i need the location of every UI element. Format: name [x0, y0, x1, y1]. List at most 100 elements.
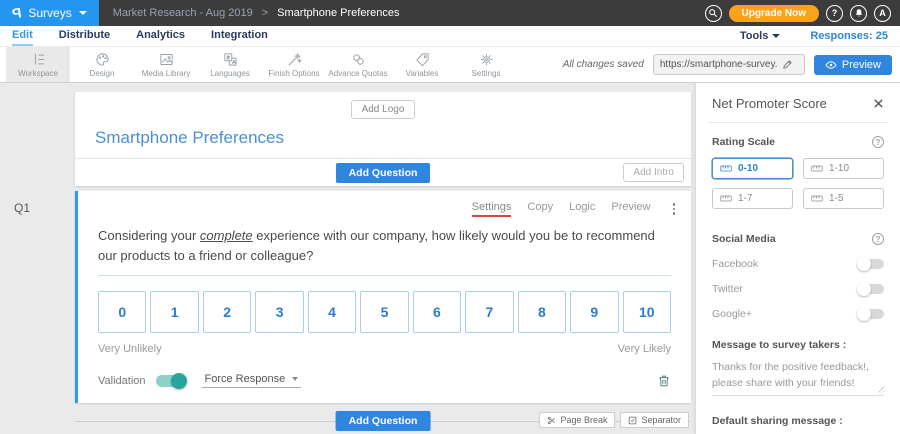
validation-label: Validation — [98, 375, 146, 387]
toolbar-item-advance-quotas[interactable]: Advance Quotas — [326, 47, 390, 82]
resize-handle[interactable] — [876, 385, 884, 393]
rating-option-1-7[interactable]: 1-7 — [712, 188, 793, 209]
force-response-dropdown[interactable]: Force Response — [202, 373, 302, 388]
nps-option-8[interactable]: 8 — [518, 291, 566, 333]
help-button[interactable]: ? — [826, 5, 843, 22]
question-tab-settings[interactable]: Settings — [472, 201, 512, 217]
upgrade-now-button[interactable]: Upgrade Now — [729, 5, 819, 22]
facebook-toggle[interactable] — [858, 259, 884, 269]
close-icon — [873, 98, 884, 109]
scale-icon — [811, 194, 823, 203]
nps-option-1[interactable]: 1 — [150, 291, 198, 333]
add-question-button-top[interactable]: Add Question — [336, 163, 431, 183]
chevron-down-icon — [79, 11, 87, 15]
preview-button[interactable]: Preview — [814, 55, 892, 75]
search-button[interactable] — [705, 5, 722, 22]
rating-option-0-10[interactable]: 0-10 — [712, 158, 793, 179]
survey-url-input[interactable] — [660, 59, 778, 70]
anchor-label-right: Very Likely — [618, 343, 671, 355]
responses-link[interactable]: Responses: 25 — [810, 30, 888, 42]
question-card: Settings Copy Logic Preview Considering … — [75, 191, 691, 403]
nps-option-6[interactable]: 6 — [413, 291, 461, 333]
rating-option-1-10[interactable]: 1-10 — [803, 158, 884, 179]
toolbar-item-design[interactable]: Design — [70, 47, 134, 82]
survey-url-box — [653, 54, 805, 75]
nps-option-9[interactable]: 9 — [570, 291, 618, 333]
question-tab-logic[interactable]: Logic — [569, 201, 595, 217]
twitter-toggle[interactable] — [858, 284, 884, 294]
toolbar-item-workspace[interactable]: Workspace — [6, 47, 70, 82]
nps-option-10[interactable]: 10 — [623, 291, 671, 333]
tab-analytics[interactable]: Analytics — [136, 26, 185, 46]
insert-row: Add Question Page Break Separator — [75, 411, 691, 431]
editor-main: Q1 Add Logo Smartphone Preferences Add Q… — [0, 83, 900, 434]
nps-option-5[interactable]: 5 — [360, 291, 408, 333]
tab-distribute[interactable]: Distribute — [59, 26, 110, 46]
nps-option-2[interactable]: 2 — [203, 291, 251, 333]
toolbar-item-media-library[interactable]: Media Library — [134, 47, 198, 82]
facebook-label: Facebook — [712, 258, 758, 270]
scissors-icon — [547, 416, 556, 425]
question-settings-panel: Net Promoter Score Rating Scale ? 0-10 1… — [695, 83, 900, 434]
validation-toggle[interactable] — [156, 375, 186, 387]
toolbar-item-settings[interactable]: Settings — [454, 47, 518, 82]
scale-icon — [811, 164, 823, 173]
separator-button[interactable]: Separator — [620, 412, 689, 428]
add-question-button-bottom[interactable]: Add Question — [336, 411, 431, 431]
question-text-emphasis: complete — [200, 228, 253, 243]
help-icon[interactable]: ? — [872, 233, 884, 245]
eye-icon — [825, 59, 837, 71]
search-icon — [708, 8, 718, 18]
toolbar-item-variables[interactable]: Variables — [390, 47, 454, 82]
toolbar-item-languages[interactable]: Languages — [198, 47, 262, 82]
question-text[interactable]: Considering your complete experience wit… — [78, 217, 691, 266]
question-tab-copy[interactable]: Copy — [527, 201, 553, 217]
survey-canvas: Add Logo Smartphone Preferences Add Ques… — [75, 83, 691, 434]
workspace-icon — [31, 52, 46, 67]
trash-icon — [657, 373, 671, 388]
app-logo-menu[interactable]: P Surveys — [0, 0, 99, 26]
nps-scale: 0 1 2 3 4 5 6 7 8 9 10 — [98, 291, 671, 333]
notifications-button[interactable] — [850, 5, 867, 22]
message-textarea[interactable]: Thanks for the positive feedback!, pleas… — [712, 359, 884, 396]
question-menu-dots-icon[interactable] — [671, 201, 678, 217]
scale-icon — [720, 194, 732, 203]
delete-question-button[interactable] — [657, 373, 671, 388]
question-tab-preview[interactable]: Preview — [611, 201, 650, 217]
tools-menu[interactable]: Tools — [740, 30, 781, 42]
pencil-icon[interactable] — [782, 59, 793, 70]
question-number-label: Q1 — [14, 201, 30, 215]
breadcrumb-separator: > — [262, 7, 268, 19]
scale-icon — [720, 164, 732, 173]
autosave-status: All changes saved — [563, 59, 644, 70]
panel-title: Net Promoter Score — [712, 96, 827, 111]
googleplus-toggle[interactable] — [858, 309, 884, 319]
add-intro-button[interactable]: Add Intro — [623, 163, 684, 182]
social-media-label: Social Media — [712, 233, 776, 245]
nps-option-0[interactable]: 0 — [98, 291, 146, 333]
checked-box-icon — [628, 416, 637, 425]
account-button[interactable]: A — [874, 5, 891, 22]
nps-option-7[interactable]: 7 — [465, 291, 513, 333]
nps-option-4[interactable]: 4 — [308, 291, 356, 333]
rating-option-1-5[interactable]: 1-5 — [803, 188, 884, 209]
gear-icon — [479, 52, 494, 67]
breadcrumb-current: Smartphone Preferences — [277, 7, 399, 19]
toolbar-item-finish-options[interactable]: Finish Options — [262, 47, 326, 82]
page-break-button[interactable]: Page Break — [539, 412, 615, 428]
close-panel-button[interactable] — [873, 98, 884, 109]
bell-icon — [854, 8, 864, 18]
tools-label: Tools — [740, 30, 769, 42]
magic-wand-icon — [287, 52, 302, 67]
anchor-label-left: Very Unlikely — [98, 343, 162, 355]
breadcrumb-parent[interactable]: Market Research - Aug 2019 — [113, 7, 253, 19]
nps-option-3[interactable]: 3 — [255, 291, 303, 333]
tab-integration[interactable]: Integration — [211, 26, 268, 46]
tab-edit[interactable]: Edit — [12, 26, 33, 46]
googleplus-label: Google+ — [712, 308, 752, 320]
translate-icon — [223, 52, 238, 67]
top-bar: P Surveys Market Research - Aug 2019 > S… — [0, 0, 900, 26]
add-logo-button[interactable]: Add Logo — [351, 100, 416, 119]
survey-title[interactable]: Smartphone Preferences — [95, 128, 284, 147]
help-icon[interactable]: ? — [872, 136, 884, 148]
